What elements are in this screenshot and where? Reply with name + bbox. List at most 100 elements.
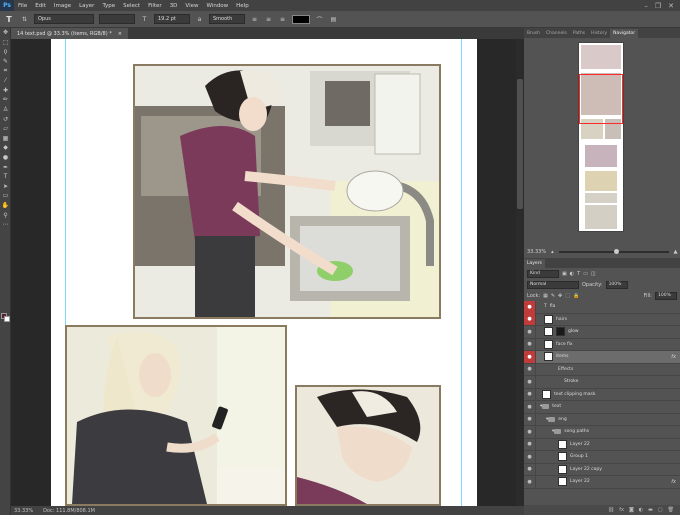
layer-row-layer-22[interactable]: ● Layer 22 [524,438,680,451]
crop-tool-icon[interactable]: ⌗ [0,66,11,76]
zoom-level[interactable]: 33.33% [14,508,33,514]
menu-edit[interactable]: Edit [31,3,50,9]
history-brush-tool-icon[interactable]: ↺ [0,114,11,124]
adjustment-layer-icon[interactable]: ◐ [639,507,643,513]
zoom-out-icon[interactable]: ▴ [551,249,554,255]
canvas-vertical-scrollbar[interactable] [516,39,524,506]
layer-row-glow[interactable]: ● glow [524,325,680,339]
fill-field[interactable]: 100% [655,291,677,300]
lock-pixels-icon[interactable]: ▦ [543,293,548,299]
filter-adjust-icon[interactable]: ◐ [570,271,574,277]
text-color-swatch[interactable] [292,14,310,24]
layer-effects-row[interactable]: ● Effects [524,363,680,376]
lock-artboard-icon[interactable]: ⬚ [565,293,570,299]
path-select-tool-icon[interactable]: ➤ [0,182,11,192]
zoom-in-icon[interactable]: ▲ [674,249,678,255]
menu-3d[interactable]: 3D [166,3,182,9]
pen-tool-icon[interactable]: ✒ [0,162,11,172]
layer-row-layer-22-copy[interactable]: ● Layer 22 copy [524,463,680,476]
visibility-eye-icon[interactable]: ● [524,450,536,463]
add-mask-icon[interactable]: ◙ [629,507,634,513]
navigator-thumbnail[interactable] [578,42,624,232]
align-right-icon[interactable]: ≡ [278,15,287,24]
navigator-view-box[interactable] [579,74,623,124]
new-group-folder-icon[interactable]: ▬ [648,507,653,513]
tab-brush[interactable]: Brush [524,29,543,38]
blur-tool-icon[interactable]: ◆ [0,143,11,153]
link-layers-icon[interactable]: ⛓ [608,507,614,513]
visibility-eye-icon[interactable]: ● [524,413,536,426]
menu-filter[interactable]: Filter [144,3,166,9]
tab-channels[interactable]: Channels [543,29,570,38]
tab-layers[interactable]: Layers [524,259,545,268]
align-center-icon[interactable]: ≡ [264,15,273,24]
layer-row-layer-22-fx[interactable]: ● Layer 22 fx [524,475,680,489]
font-size-field[interactable]: 19.2 pt [154,14,190,24]
lock-position-icon[interactable]: ✥ [558,293,562,299]
menu-type[interactable]: Type [98,3,119,9]
font-family-select[interactable]: Opus [34,14,94,24]
more-tools-icon[interactable]: ⋯ [0,220,11,230]
zoom-slider-knob[interactable] [613,249,619,254]
opacity-field[interactable]: 100% [605,280,628,289]
tab-paths[interactable]: Paths [570,29,588,38]
document-page[interactable] [51,39,477,506]
filter-smart-icon[interactable]: ◫ [591,271,596,277]
hand-tool-icon[interactable]: ✋ [0,201,11,211]
layer-effect-stroke-row[interactable]: ● Stroke [524,375,680,389]
text-tool-icon[interactable]: T [0,172,11,182]
visibility-eye-icon[interactable]: ● [524,400,536,413]
filter-type-icon[interactable]: T [577,271,580,277]
move-tool-icon[interactable]: ✥ [0,28,11,38]
layer-fx-icon[interactable]: fx [671,479,680,485]
restore-icon[interactable]: ❐ [655,2,661,10]
visibility-eye-icon[interactable]: ● [524,325,536,338]
quick-select-tool-icon[interactable]: ✎ [0,57,11,67]
antialias-select[interactable]: Smooth [209,14,245,24]
font-style-select[interactable] [99,14,135,24]
group-row-song-paths[interactable]: ● ▾ song paths [524,425,680,439]
group-row-group-1[interactable]: ● Group 1 [524,450,680,464]
menu-window[interactable]: Window [202,3,232,9]
group-row-eng[interactable]: ● ▾ eng [524,413,680,426]
filter-shape-icon[interactable]: ▭ [583,271,588,277]
tab-history[interactable]: History [588,29,610,38]
menu-select[interactable]: Select [119,3,144,9]
type-tool-icon[interactable]: T [3,13,15,25]
brush-tool-icon[interactable]: ✏ [0,95,11,105]
align-left-icon[interactable]: ≡ [250,15,259,24]
visibility-eye-icon[interactable]: ● [524,363,536,376]
navigator-zoom-value[interactable]: 33.33% [527,249,546,255]
blend-mode-select[interactable]: Normal [527,280,579,289]
layer-kind-filter[interactable]: Kind [527,269,559,278]
gradient-tool-icon[interactable]: ▦ [0,134,11,144]
trash-icon[interactable]: 🗑 [668,507,674,513]
canvas-area[interactable] [11,39,516,506]
lock-paint-icon[interactable]: ✎ [551,293,555,299]
visibility-eye-icon[interactable]: ● [524,388,536,401]
zoom-tool-icon[interactable]: ⚲ [0,210,11,220]
visibility-eye-icon[interactable]: ● [524,463,536,476]
warp-text-icon[interactable]: ⌒ [315,15,324,24]
dodge-tool-icon[interactable]: ● [0,153,11,163]
menu-view[interactable]: View [181,3,202,9]
filter-pixel-icon[interactable]: ▣ [562,271,567,277]
document-tab[interactable]: 14 text.psd @ 33.3% (items, RGB/8) * × [11,28,128,39]
scrollbar-thumb[interactable] [517,79,523,209]
layer-row-text-clipping-mask[interactable]: ● text clipping mask [524,388,680,401]
lasso-tool-icon[interactable]: ϙ [0,47,11,57]
menu-image[interactable]: Image [50,3,75,9]
layer-fx-icon[interactable]: fx [671,354,680,360]
menu-layer[interactable]: Layer [75,3,98,9]
lock-all-icon[interactable]: 🔒 [573,293,579,299]
stamp-tool-icon[interactable]: ♙ [0,105,11,115]
add-style-fx-icon[interactable]: fx [619,507,624,513]
eraser-tool-icon[interactable]: ▱ [0,124,11,134]
text-orientation-icon[interactable]: ⇅ [20,15,29,24]
visibility-eye-icon[interactable]: ● [524,375,536,388]
visibility-eye-icon[interactable]: ● [524,438,536,451]
layer-row-face-fix[interactable]: ● face fix [524,338,680,351]
layer-row-fla[interactable]: ● T fla [524,300,680,314]
minimize-icon[interactable]: – [644,2,648,10]
visibility-eye-icon[interactable]: ● [524,300,536,313]
